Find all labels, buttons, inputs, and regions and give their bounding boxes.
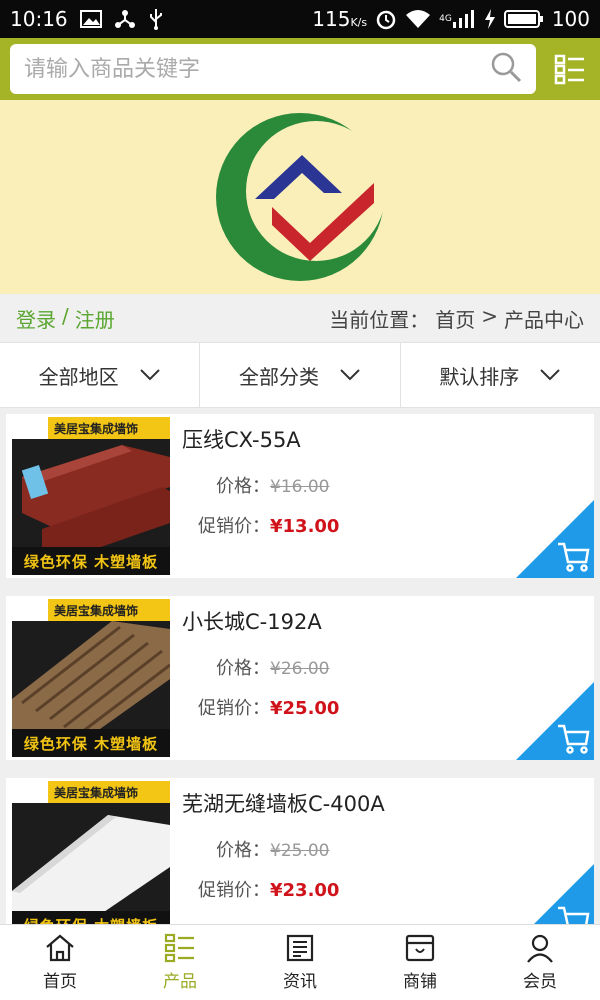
user-icon: [527, 934, 553, 963]
register-link[interactable]: 注册: [75, 304, 115, 333]
alarm-icon: [375, 8, 397, 30]
product-name[interactable]: 芜湖无缝墙板C-400A: [182, 788, 594, 818]
category-menu-button[interactable]: [548, 47, 592, 91]
tab-news[interactable]: 资讯: [240, 925, 360, 1000]
breadcrumb-current: 产品中心: [504, 307, 584, 332]
chevron-down-icon: [139, 369, 160, 381]
price-label: 价格：: [216, 840, 270, 861]
white-panel-photo: [12, 815, 170, 924]
shop-icon: [405, 934, 435, 962]
product-image-slogan: 绿色环保 木塑墙板: [12, 547, 170, 575]
tab-home[interactable]: 首页: [0, 925, 120, 1000]
product-image[interactable]: 美居宝集成墙饰 绿色环保 木塑墙板: [12, 781, 170, 924]
product-card[interactable]: 美居宝集成墙饰 绿色环保 木塑墙板 小长城C-192A 价格： ¥26.00 促销…: [6, 596, 594, 760]
chevron-down-icon: [540, 369, 561, 381]
tab-member-label: 会员: [523, 972, 557, 992]
price-label: 价格：: [216, 476, 270, 497]
battery-level: 100: [551, 7, 590, 31]
filter-region-label: 全部地区: [38, 364, 119, 389]
tab-shop[interactable]: 商铺: [360, 925, 480, 1000]
filter-bar: 全部地区 全部分类 默认排序: [0, 342, 600, 408]
chevron-down-icon: [340, 369, 360, 381]
breadcrumb-home[interactable]: 首页: [435, 304, 475, 333]
status-bar: 10:16 115K/s 4G 100: [0, 0, 600, 38]
auth-separator: /: [62, 303, 69, 328]
tab-products-label: 产品: [163, 972, 197, 992]
home-icon: [46, 934, 74, 962]
promo-price-label: 促销价：: [198, 516, 270, 537]
search-icon[interactable]: [490, 51, 522, 87]
filter-sort-label: 默认排序: [439, 364, 520, 389]
company-logo: [216, 113, 386, 281]
price-label: 价格：: [216, 658, 270, 679]
original-price: ¥25.00: [270, 841, 330, 861]
tab-home-label: 首页: [43, 972, 77, 992]
product-image-slogan: 绿色环保 木塑墙板: [12, 729, 170, 757]
promo-price: ¥25.00: [270, 698, 340, 719]
promo-price: ¥23.00: [270, 880, 340, 901]
product-name[interactable]: 小长城C-192A: [182, 606, 594, 636]
status-time: 10:16: [10, 7, 68, 31]
battery-icon: [503, 9, 544, 29]
news-icon: [286, 934, 314, 962]
product-image[interactable]: 美居宝集成墙饰 绿色环保 木塑墙板: [12, 417, 170, 575]
product-card[interactable]: 美居宝集成墙饰 绿色环保 木塑墙板 芜湖无缝墙板C-400A 价格：¥25.00…: [6, 778, 594, 924]
list-icon: [164, 933, 194, 963]
original-price: ¥26.00: [270, 659, 330, 679]
promo-price-label: 促销价：: [198, 880, 270, 901]
network-speed: 115K/s: [312, 7, 368, 31]
share-icon: [114, 9, 136, 29]
promo-price-label: 促销价：: [198, 698, 270, 719]
location-label: 当前位置：: [329, 307, 430, 332]
category-menu-icon: [554, 54, 584, 85]
wifi-icon: [405, 9, 431, 29]
auth-links: 登录 / 注册: [16, 304, 115, 333]
tab-shop-label: 商铺: [403, 972, 437, 992]
breadcrumb: 当前位置： 首页 > 产品中心: [329, 304, 584, 333]
filter-category[interactable]: 全部分类: [200, 343, 401, 407]
product-image[interactable]: 美居宝集成墙饰 绿色环保 木塑墙板: [12, 599, 170, 757]
promo-price: ¥13.00: [270, 516, 340, 537]
charging-icon: [484, 9, 496, 29]
gallery-icon: [79, 10, 102, 28]
banner: [0, 100, 600, 294]
filter-category-label: 全部分类: [238, 364, 319, 389]
add-to-cart-button[interactable]: [516, 500, 594, 578]
bottom-tab-bar: 首页 产品 资讯 商铺 会员: [0, 924, 600, 1000]
search-input[interactable]: [24, 56, 490, 82]
signal-icon: 4G: [439, 10, 476, 28]
product-image-slogan: 绿色环保 木塑墙板: [12, 911, 170, 924]
filter-sort[interactable]: 默认排序: [401, 343, 600, 407]
login-link[interactable]: 登录: [16, 304, 56, 333]
search-box[interactable]: [10, 44, 536, 94]
product-name[interactable]: 压线CX-55A: [182, 424, 594, 454]
usb-icon: [148, 8, 164, 30]
tab-news-label: 资讯: [283, 972, 317, 992]
product-card[interactable]: 美居宝集成墙饰 绿色环保 木塑墙板 压线CX-55A 价格： ¥16.00 促销价…: [6, 414, 594, 578]
add-to-cart-button[interactable]: [516, 864, 594, 924]
header: [0, 38, 600, 100]
original-price: ¥16.00: [270, 477, 330, 497]
breadcrumb-arrow: >: [481, 303, 498, 328]
tab-products[interactable]: 产品: [120, 925, 240, 1000]
breadcrumb-bar: 登录 / 注册 当前位置： 首页 > 产品中心: [0, 294, 600, 342]
add-to-cart-button[interactable]: [516, 682, 594, 760]
tab-member[interactable]: 会员: [480, 925, 600, 1000]
product-list: 美居宝集成墙饰 绿色环保 木塑墙板 压线CX-55A 价格： ¥16.00 促销价…: [6, 414, 594, 924]
filter-region[interactable]: 全部地区: [0, 343, 201, 407]
